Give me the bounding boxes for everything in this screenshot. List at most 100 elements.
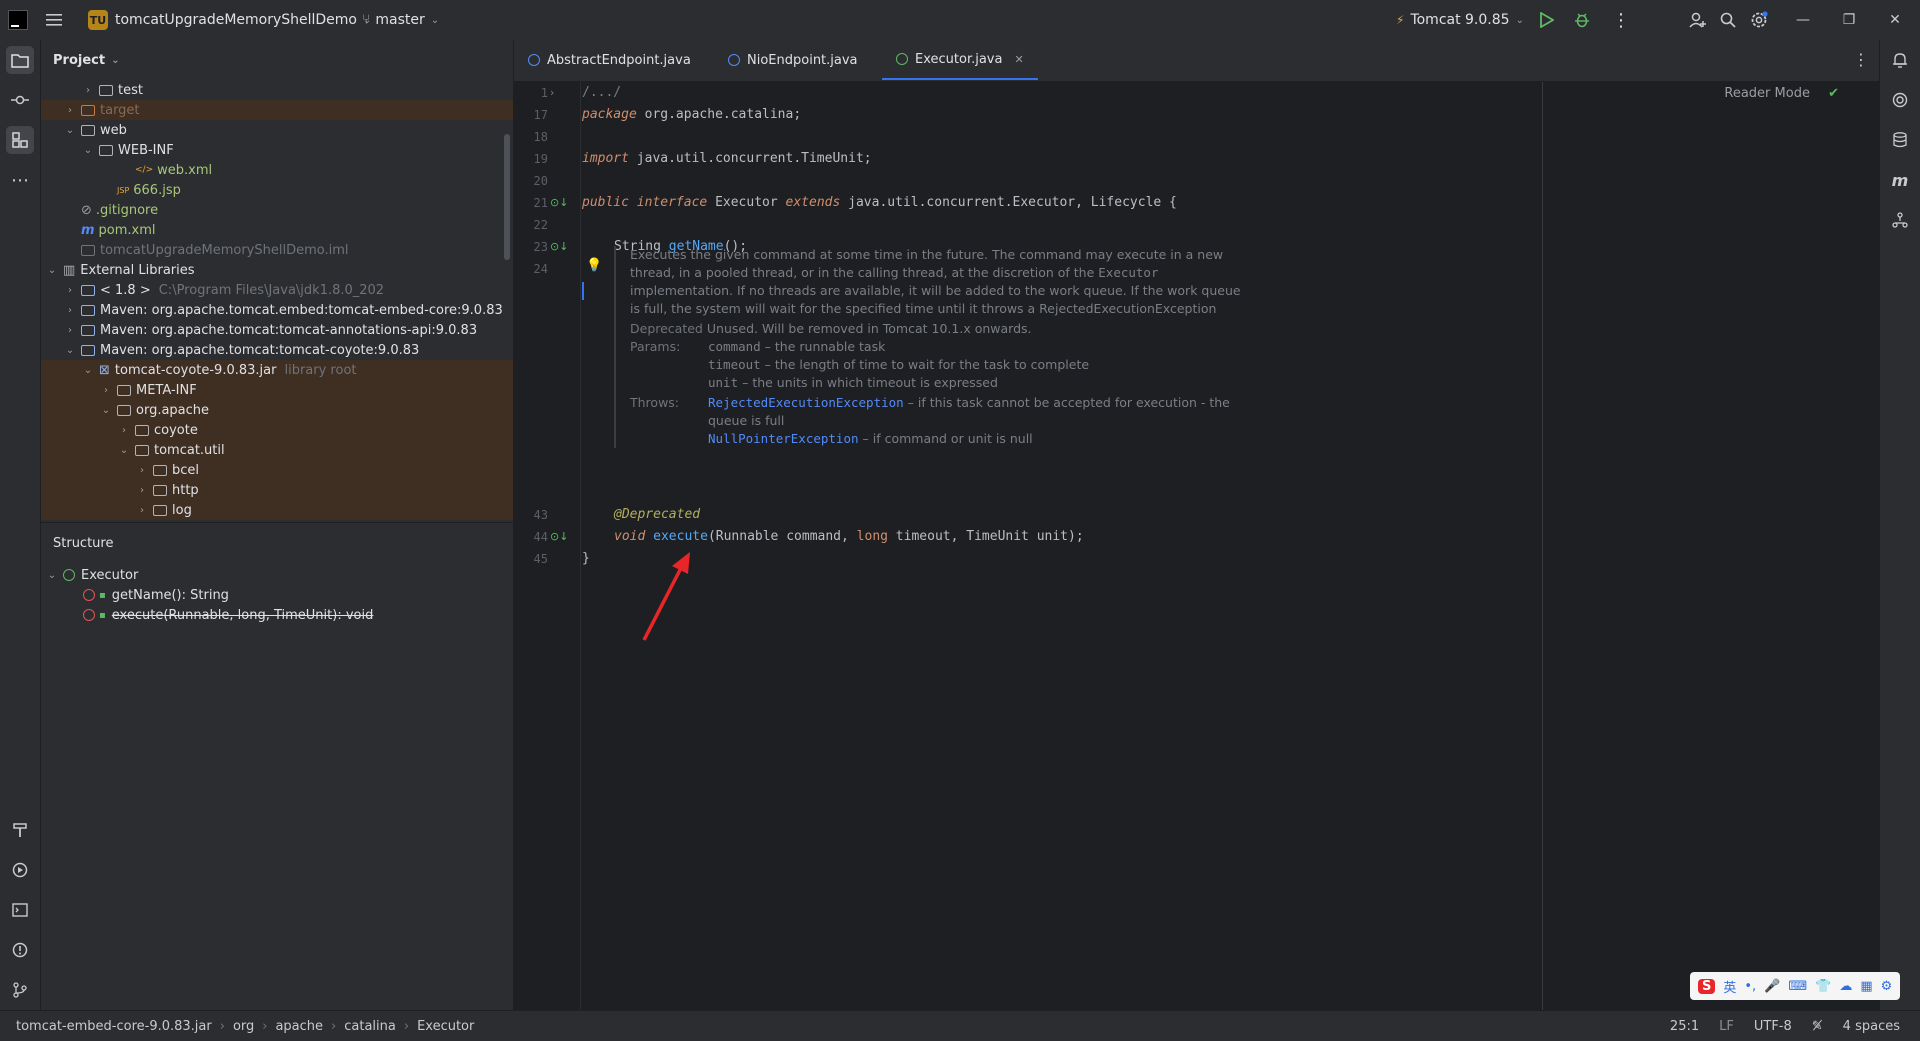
services-icon[interactable] <box>6 856 34 884</box>
git-icon[interactable] <box>6 976 34 1004</box>
implemented-gutter-icon[interactable]: ⊙↓ <box>550 196 568 210</box>
chevron-down-icon[interactable]: ⌄ <box>117 445 131 456</box>
tree-item[interactable]: ⌄ web <box>41 120 513 140</box>
tree-item[interactable]: ⌄ WEB-INF <box>41 140 513 160</box>
structure-member[interactable]: ▪ getName(): String <box>41 585 555 605</box>
project-scrollbar[interactable] <box>504 134 510 260</box>
cloud-icon[interactable]: ☁ <box>1839 979 1852 994</box>
tree-item[interactable]: ⌄ ⊠ tomcat-coyote-9.0.83.jar library root <box>41 360 513 380</box>
chevron-down-icon[interactable]: ⌄ <box>63 345 77 356</box>
line-separator[interactable]: LF <box>1719 1019 1734 1034</box>
breadcrumb-item[interactable]: Executor <box>417 1019 474 1034</box>
tree-item[interactable]: › Maven: org.apache.tomcat.embed:tomcat-e… <box>41 300 513 320</box>
chevron-down-icon[interactable]: ⌄ <box>81 365 95 376</box>
debug-button[interactable] <box>1574 0 1590 40</box>
commit-tool-icon[interactable] <box>6 86 34 114</box>
skin-icon[interactable]: 👕 <box>1815 979 1831 994</box>
tree-item[interactable]: › bcel <box>41 460 513 480</box>
ime-settings-icon[interactable]: ⚙ <box>1881 979 1893 994</box>
lightbulb-icon[interactable]: 💡 <box>586 258 602 273</box>
database-icon[interactable] <box>1886 126 1914 154</box>
chevron-down-icon[interactable]: ⌄ <box>45 265 59 276</box>
chevron-down-icon[interactable]: ⌄ <box>81 145 95 156</box>
chevron-right-icon[interactable]: › <box>135 465 149 476</box>
chevron-right-icon[interactable]: › <box>81 85 95 96</box>
terminal-icon[interactable] <box>6 896 34 924</box>
structure-tool-icon[interactable] <box>6 126 34 154</box>
project-tool-icon[interactable] <box>6 46 34 74</box>
file-encoding[interactable]: UTF-8 <box>1754 1019 1792 1034</box>
tree-item[interactable]: › Maven: org.apache.tomcat:tomcat-annotat… <box>41 320 513 340</box>
maven-icon[interactable]: m <box>1886 166 1914 194</box>
chevron-right-icon[interactable]: › <box>99 385 113 396</box>
chevron-right-icon[interactable]: › <box>63 305 77 316</box>
main-menu-icon[interactable] <box>46 0 62 40</box>
tree-item[interactable]: ⌄ tomcat.util <box>41 440 513 460</box>
tabs-more-icon[interactable]: ⋮ <box>1853 50 1869 69</box>
breadcrumb-item[interactable]: org <box>233 1019 254 1034</box>
chevron-right-icon[interactable]: › <box>63 105 77 116</box>
tree-item[interactable]: › META-INF <box>41 380 513 400</box>
more-tools-icon[interactable]: ⋯ <box>6 166 34 194</box>
tree-item[interactable]: </> web.xml <box>41 160 513 180</box>
chevron-down-icon[interactable]: ⌄ <box>99 405 113 416</box>
problems-icon[interactable] <box>6 936 34 964</box>
tree-item[interactable]: JSP 666.jsp <box>41 180 513 200</box>
tree-item[interactable]: ⌄ org.apache <box>41 400 513 420</box>
grid-icon[interactable]: ▦ <box>1860 979 1872 994</box>
indent-setting[interactable]: 4 spaces <box>1843 1019 1900 1034</box>
tree-item[interactable]: m pom.xml <box>41 220 513 240</box>
tree-item[interactable]: tomcatUpgradeMemoryShellDemo.iml <box>41 240 513 260</box>
project-panel-header[interactable]: Project ⌄ <box>41 40 513 80</box>
chevron-right-icon[interactable]: › <box>63 285 77 296</box>
tab-abstractendpoint[interactable]: AbstractEndpoint.java <box>514 40 705 80</box>
ime-language[interactable]: 英 <box>1723 977 1736 996</box>
tab-nioendpoint[interactable]: NioEndpoint.java <box>714 40 872 80</box>
build-hammer-icon[interactable] <box>6 816 34 844</box>
search-icon[interactable] <box>1720 0 1736 40</box>
tree-item[interactable]: › target <box>41 100 513 120</box>
ime-punct-icon[interactable]: •, <box>1744 979 1756 994</box>
code-editor[interactable]: 1 17 18 19 20 21 22 23 24 43 44 45 › ⊙↓ … <box>514 82 1879 1010</box>
breadcrumb-item[interactable]: tomcat-embed-core-9.0.83.jar <box>16 1019 212 1034</box>
settings-gear-icon[interactable] <box>1750 0 1768 40</box>
folded-region[interactable]: /.../ <box>582 85 621 100</box>
more-actions-icon[interactable]: ⋮ <box>1612 0 1630 40</box>
add-user-icon[interactable] <box>1689 0 1707 40</box>
chevron-right-icon[interactable]: › <box>135 485 149 496</box>
chevron-down-icon[interactable]: ⌄ <box>63 125 77 136</box>
keyboard-icon[interactable]: ⌨ <box>1788 979 1807 994</box>
doc-link[interactable]: RejectedExecutionException <box>708 395 904 410</box>
doc-link[interactable]: NullPointerException <box>708 431 859 446</box>
ime-toolbar[interactable]: S 英 •, 🎤 ⌨ 👕 ☁ ▦ ⚙ <box>1690 972 1901 1000</box>
run-button[interactable] <box>1540 0 1554 40</box>
breadcrumb-item[interactable]: apache <box>275 1019 323 1034</box>
app-logo-icon[interactable] <box>8 0 28 40</box>
tree-item[interactable]: ⌄ Maven: org.apache.tomcat:tomcat-coyote:… <box>41 340 513 360</box>
fold-chevron-icon[interactable]: › <box>550 86 564 100</box>
ai-assistant-icon[interactable] <box>1886 86 1914 114</box>
chevron-right-icon[interactable]: › <box>135 505 149 516</box>
tree-item[interactable]: › test <box>41 80 513 100</box>
restore-icon[interactable]: ❐ <box>1826 0 1872 40</box>
close-icon[interactable]: ✕ <box>1872 0 1918 40</box>
structure-root[interactable]: ⌄ Executor <box>41 565 517 585</box>
readonly-pencil-icon[interactable]: ✎̸ <box>1812 1019 1823 1034</box>
breadcrumb-item[interactable]: catalina <box>344 1019 396 1034</box>
implemented-gutter-icon[interactable]: ⊙↓ <box>550 240 568 254</box>
endpoints-icon[interactable] <box>1886 206 1914 234</box>
minimize-icon[interactable]: — <box>1780 0 1826 40</box>
tree-item[interactable]: ⊘ .gitignore <box>41 200 513 220</box>
reader-mode-toggle[interactable]: Reader Mode ✔ <box>1724 86 1839 101</box>
run-config-selector[interactable]: ⚡ Tomcat 9.0.85 ⌄ <box>1396 0 1524 40</box>
implemented-gutter-icon[interactable]: ⊙↓ <box>550 530 568 544</box>
branch-switcher[interactable]: ⑂ master ⌄ <box>362 0 439 40</box>
tree-item[interactable]: › coyote <box>41 420 513 440</box>
structure-member[interactable]: ▪ execute(Runnable, long, TimeUnit): voi… <box>41 605 555 625</box>
tab-executor[interactable]: Executor.java ✕ <box>882 40 1038 80</box>
chevron-right-icon[interactable]: › <box>117 425 131 436</box>
project-switcher[interactable]: TU tomcatUpgradeMemoryShellDemo ⌄ <box>88 0 371 40</box>
notifications-bell-icon[interactable] <box>1886 46 1914 74</box>
tree-item[interactable]: › log <box>41 500 513 520</box>
tree-item[interactable]: ⌄ ▥ External Libraries <box>41 260 513 280</box>
